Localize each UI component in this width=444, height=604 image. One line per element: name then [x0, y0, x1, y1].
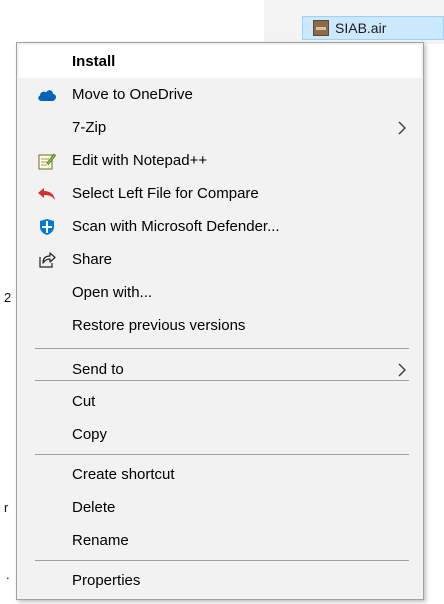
- menu-item-label: 7-Zip: [72, 119, 107, 136]
- context-menu: Install Move to OneDrive 7-Zip Edit with…: [16, 42, 424, 600]
- compare-icon: [37, 185, 57, 203]
- file-name-label: SIAB.air: [335, 20, 387, 36]
- menu-item-copy[interactable]: Copy: [19, 418, 421, 451]
- menu-separator: [35, 454, 409, 455]
- menu-item-edit-with-notepad[interactable]: Edit with Notepad++: [19, 144, 421, 177]
- background-text-fragment: 2: [4, 290, 12, 305]
- menu-item-select-left-file-for-compare[interactable]: Select Left File for Compare: [19, 177, 421, 210]
- menu-item-share[interactable]: Share: [19, 243, 421, 276]
- menu-item-label: Edit with Notepad++: [72, 152, 208, 169]
- menu-item-label: Restore previous versions: [72, 317, 246, 334]
- menu-item-restore-previous-versions[interactable]: Restore previous versions: [19, 309, 421, 342]
- menu-item-label: Install: [72, 53, 116, 70]
- defender-icon: [37, 218, 57, 236]
- menu-item-rename[interactable]: Rename: [19, 524, 421, 557]
- menu-item-7zip[interactable]: 7-Zip: [19, 111, 421, 144]
- menu-item-label: Copy: [72, 426, 108, 443]
- menu-separator: [35, 348, 409, 349]
- air-file-icon: [313, 20, 329, 36]
- menu-item-send-to[interactable]: Send to: [19, 353, 421, 386]
- menu-item-label: Properties: [72, 572, 141, 589]
- menu-item-cut[interactable]: Cut: [19, 385, 421, 418]
- menu-item-scan-with-defender[interactable]: Scan with Microsoft Defender...: [19, 210, 421, 243]
- background-text-fragment: r: [4, 500, 9, 515]
- menu-item-properties[interactable]: Properties: [19, 564, 421, 597]
- menu-item-open-with[interactable]: Open with...: [19, 276, 421, 309]
- menu-item-label: Move to OneDrive: [72, 86, 193, 103]
- chevron-right-icon: [398, 363, 406, 377]
- menu-item-install[interactable]: Install: [19, 45, 421, 78]
- notepad-plus-plus-icon: [37, 152, 57, 170]
- onedrive-icon: [37, 86, 57, 104]
- background-text-fragment: .: [6, 567, 10, 582]
- menu-item-label: Scan with Microsoft Defender...: [72, 218, 280, 235]
- menu-item-delete[interactable]: Delete: [19, 491, 421, 524]
- menu-item-label: Share: [72, 251, 113, 268]
- menu-item-label: Send to: [72, 361, 124, 378]
- menu-separator: [35, 560, 409, 561]
- menu-separator: [35, 380, 409, 381]
- selected-file-item[interactable]: SIAB.air: [302, 16, 444, 40]
- menu-item-label: Open with...: [72, 284, 153, 301]
- menu-item-label: Cut: [72, 393, 96, 410]
- menu-item-move-to-onedrive[interactable]: Move to OneDrive: [19, 78, 421, 111]
- menu-item-create-shortcut[interactable]: Create shortcut: [19, 458, 421, 491]
- menu-item-label: Rename: [72, 532, 129, 549]
- chevron-right-icon: [398, 121, 406, 135]
- menu-item-label: Select Left File for Compare: [72, 185, 259, 202]
- menu-item-label: Create shortcut: [72, 466, 175, 483]
- menu-item-label: Delete: [72, 499, 116, 516]
- share-icon: [37, 251, 57, 269]
